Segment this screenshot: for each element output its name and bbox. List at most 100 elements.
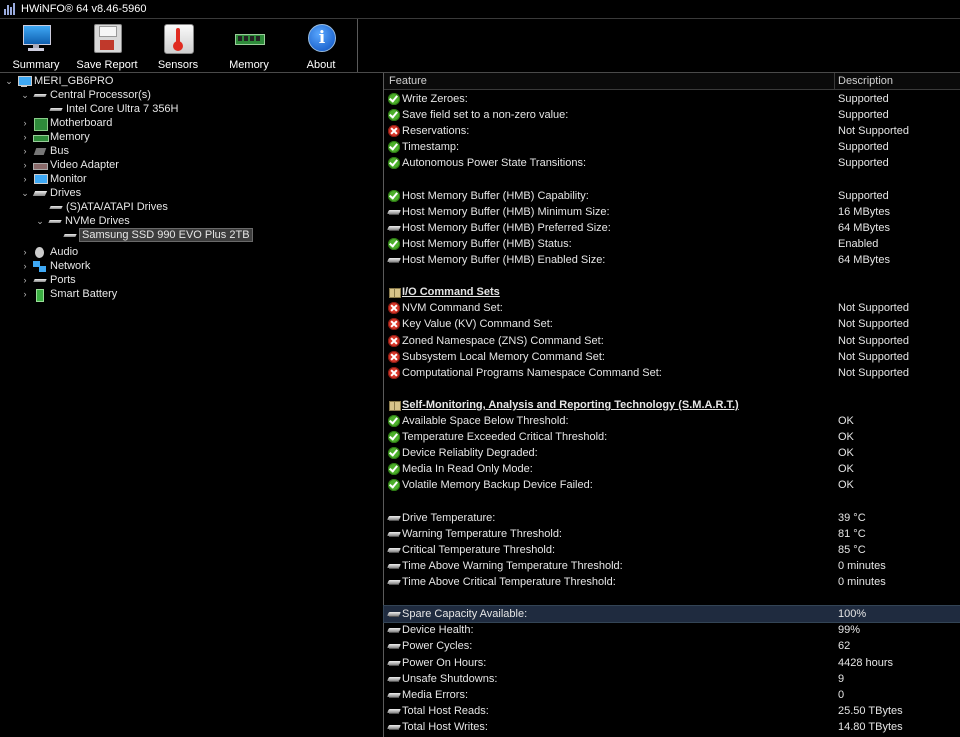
feature-value: Supported [838, 157, 889, 170]
details-row[interactable]: Power On Hours: 4428 hours [384, 655, 960, 671]
tree-node-memory[interactable]: › Memory [20, 130, 90, 144]
column-header-description[interactable]: Description [838, 75, 893, 87]
section-title: I/O Command Sets [402, 286, 500, 299]
drive-icon [388, 624, 400, 636]
about-button[interactable]: i About [291, 21, 351, 71]
collapse-icon[interactable]: ⌄ [4, 76, 14, 87]
details-row[interactable]: Drive Temperature: 39 °C [384, 510, 960, 526]
details-row[interactable]: Media In Read Only Mode: OK [384, 461, 960, 477]
collapse-icon[interactable]: ⌄ [35, 216, 45, 227]
details-row[interactable]: NVM Command Set: Not Supported [384, 300, 960, 316]
cpu-chip-icon [49, 104, 63, 115]
details-row[interactable]: Host Memory Buffer (HMB) Status: Enabled [384, 236, 960, 252]
drive-icon [388, 705, 400, 717]
ssd-icon [63, 230, 77, 241]
details-row[interactable]: Reservations: Not Supported [384, 123, 960, 139]
expand-icon[interactable]: › [20, 174, 30, 184]
tree-node-audio[interactable]: › Audio [20, 245, 79, 259]
details-row[interactable]: Zoned Namespace (ZNS) Command Set: Not Su… [384, 333, 960, 349]
sensors-button[interactable]: Sensors [148, 21, 208, 71]
details-row[interactable]: Timestamp: Supported [384, 139, 960, 155]
expand-icon[interactable]: › [20, 261, 30, 271]
details-row[interactable]: Total Host Writes: 14.80 TBytes [384, 719, 960, 735]
details-row[interactable]: Media Errors: 0 [384, 687, 960, 703]
details-row[interactable]: Write Zeroes: Supported [384, 91, 960, 107]
column-header-feature[interactable]: Feature [389, 75, 427, 87]
details-row[interactable]: Unsafe Shutdowns: 9 [384, 671, 960, 687]
tree-node-nvme-drives[interactable]: ⌄ NVMe Drives [35, 214, 130, 228]
section-header-row[interactable]: Self-Monitoring, Analysis and Reporting … [384, 397, 960, 413]
tree-label-computer: MERI_GB6PRO [34, 75, 114, 87]
details-row[interactable]: Volatile Memory Backup Device Failed: OK [384, 477, 960, 493]
tree-node-monitor[interactable]: › Monitor [20, 172, 87, 186]
expand-icon[interactable]: › [20, 160, 30, 170]
details-row[interactable]: Autonomous Power State Transitions: Suppo… [384, 155, 960, 171]
collapse-icon[interactable]: ⌄ [20, 90, 30, 101]
details-row[interactable]: Warning Temperature Threshold: 81 °C [384, 526, 960, 542]
details-row[interactable]: Device Health: 99% [384, 622, 960, 638]
expand-icon[interactable]: › [20, 146, 30, 156]
expand-icon[interactable]: › [20, 289, 30, 299]
details-row[interactable]: Host Memory Buffer (HMB) Capability: Supp… [384, 188, 960, 204]
tree-node-sata-drives[interactable]: (S)ATA/ATAPI Drives [49, 200, 168, 214]
details-row[interactable]: Available Space Below Threshold: OK [384, 413, 960, 429]
feature-label: Available Space Below Threshold: [402, 415, 569, 427]
expand-icon[interactable]: › [20, 132, 30, 142]
tree-node-cpu-model[interactable]: Intel Core Ultra 7 356H [49, 102, 179, 116]
tree-label-network: Network [50, 260, 91, 272]
details-row[interactable]: Computational Programs Namespace Command… [384, 365, 960, 381]
tree-node-cpu[interactable]: ⌄ Central Processor(s) [20, 88, 151, 102]
tree-label-audio: Audio [50, 246, 79, 258]
expand-icon[interactable]: › [20, 118, 30, 128]
error-icon [388, 318, 400, 331]
summary-button[interactable]: Summary [6, 21, 66, 71]
details-row[interactable]: Subsystem Local Memory Command Set: Not S… [384, 349, 960, 365]
details-row[interactable]: Temperature Exceeded Critical Threshold:… [384, 429, 960, 445]
details-row[interactable]: Host Memory Buffer (HMB) Minimum Size: 16… [384, 204, 960, 220]
tree-node-motherboard[interactable]: › Motherboard [20, 116, 112, 131]
feature-value: OK [838, 447, 854, 460]
details-row[interactable]: Total Host Reads: 25.50 TBytes [384, 703, 960, 719]
feature-label: Volatile Memory Backup Device Failed: [402, 479, 593, 492]
tree-node-samsung-ssd[interactable]: Samsung SSD 990 EVO Plus 2TB [63, 228, 253, 242]
drive-icon [388, 657, 400, 669]
collapse-icon[interactable]: ⌄ [20, 188, 30, 199]
feature-value: 64 MBytes [838, 221, 890, 234]
details-row[interactable]: Power Cycles: 62 [384, 638, 960, 654]
tree-node-video-adapter[interactable]: › Video Adapter [20, 158, 119, 172]
feature-label: Subsystem Local Memory Command Set: [402, 350, 605, 363]
tree-node-computer[interactable]: ⌄ MERI_GB6PRO [4, 74, 113, 88]
tree-node-ports[interactable]: › Ports [20, 273, 76, 287]
details-row[interactable]: Host Memory Buffer (HMB) Preferred Size:… [384, 220, 960, 236]
details-row[interactable]: Device Reliablity Degraded: OK [384, 445, 960, 461]
feature-value: 99% [838, 624, 861, 637]
drive-icon [388, 254, 400, 266]
check-icon [388, 93, 400, 105]
tree-node-smart-battery[interactable]: › Smart Battery [20, 287, 117, 302]
column-divider[interactable] [834, 73, 835, 89]
section-header-row[interactable]: I/O Command Sets [384, 284, 960, 300]
feature-label: Save field set to a non-zero value: [402, 109, 569, 122]
monitor-icon [33, 173, 48, 185]
feature-label: Media In Read Only Mode: [402, 463, 533, 476]
details-row[interactable]: Spare Capacity Available: 100% [383, 605, 960, 624]
feature-label: Total Host Writes: [402, 720, 488, 733]
drive-icon [388, 560, 400, 572]
details-row[interactable]: Time Above Warning Temperature Threshold… [384, 558, 960, 574]
cpu-icon [33, 90, 47, 101]
expand-icon[interactable]: › [20, 275, 30, 285]
details-row[interactable]: Time Above Critical Temperature Threshol… [384, 574, 960, 590]
expand-icon[interactable]: › [20, 247, 30, 257]
tree-node-bus[interactable]: › Bus [20, 144, 69, 158]
details-row[interactable]: Critical Temperature Threshold: 85 °C [384, 542, 960, 558]
feature-label: Device Health: [402, 624, 474, 637]
memory-button[interactable]: Memory [219, 21, 279, 71]
details-row[interactable]: Host Memory Buffer (HMB) Enabled Size: 64… [384, 252, 960, 268]
details-row[interactable]: Key Value (KV) Command Set: Not Supported [384, 316, 960, 332]
tree-node-drives[interactable]: ⌄ Drives [20, 186, 81, 200]
about-label: About [306, 59, 336, 71]
details-row[interactable]: Save field set to a non-zero value: Suppo… [384, 107, 960, 123]
tree-node-network[interactable]: › Network [20, 259, 91, 273]
save-report-button[interactable]: Save Report [76, 21, 138, 71]
check-icon [388, 237, 400, 250]
